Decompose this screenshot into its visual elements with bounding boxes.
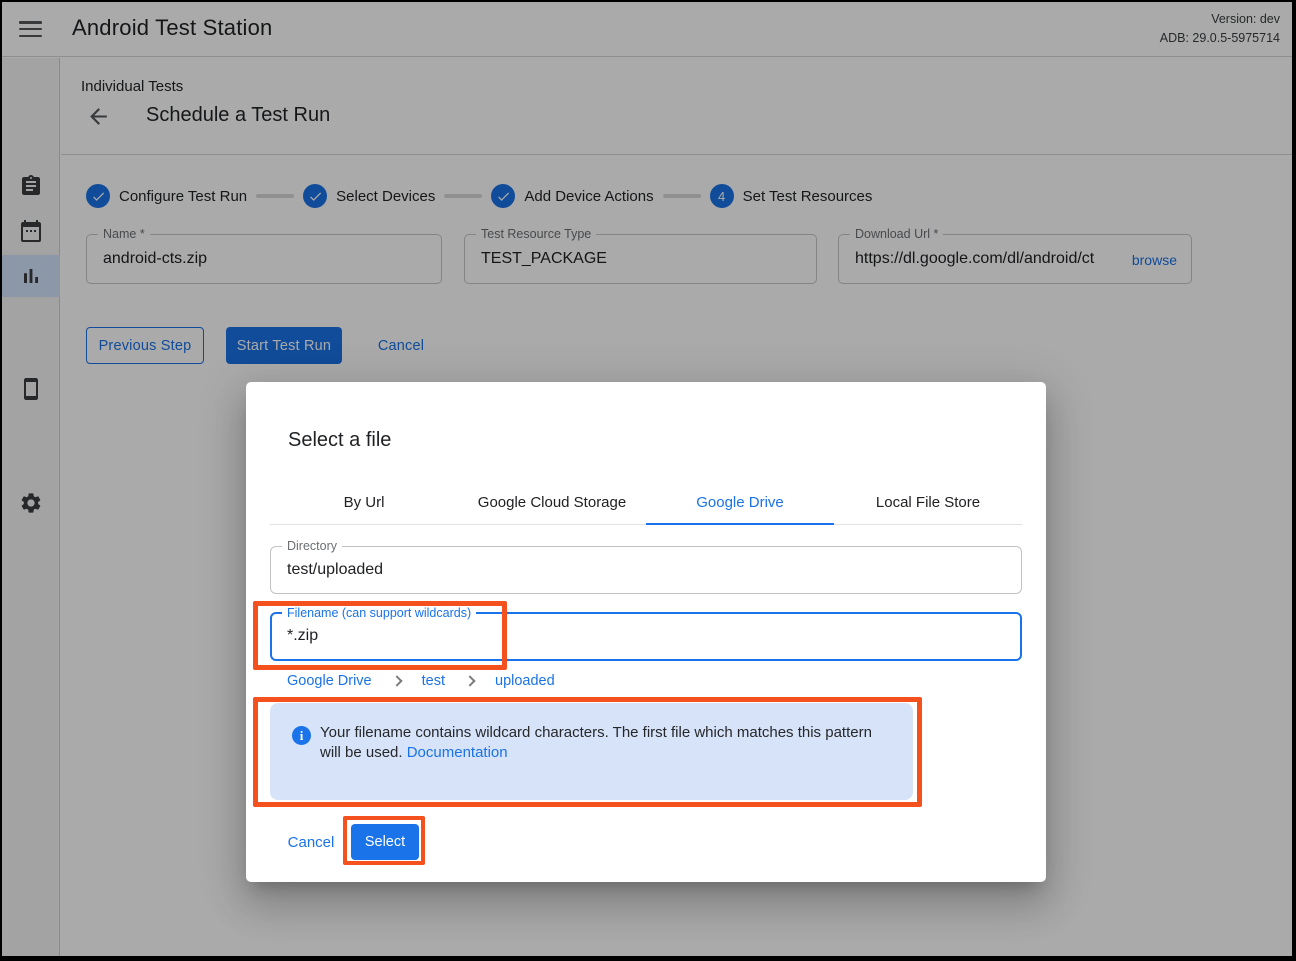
annotation-box-info-banner [253, 697, 922, 807]
annotation-box-filename-field [253, 601, 507, 670]
drive-breadcrumb: Google Drive test uploaded [287, 673, 555, 689]
breadcrumb-uploaded[interactable]: uploaded [495, 673, 555, 689]
tab-local-file-store[interactable]: Local File Store [834, 481, 1022, 524]
annotation-box-select-button [343, 816, 425, 865]
chevron-right-icon [464, 675, 475, 686]
field-value: test/uploaded [287, 561, 1011, 579]
chevron-right-icon [391, 675, 402, 686]
tab-google-cloud-storage[interactable]: Google Cloud Storage [458, 481, 646, 524]
dialog-cancel-button[interactable]: Cancel [286, 824, 336, 860]
dialog-title: Select a file [288, 429, 391, 452]
breadcrumb-test[interactable]: test [422, 673, 445, 689]
directory-field[interactable]: Directory test/uploaded [270, 546, 1022, 594]
app-screen: Android Test Station Version: dev ADB: 2… [2, 2, 1292, 956]
breadcrumb-google-drive[interactable]: Google Drive [287, 673, 372, 689]
tab-google-drive[interactable]: Google Drive [646, 481, 834, 524]
file-source-tabs: By Url Google Cloud Storage Google Drive… [270, 481, 1022, 525]
field-label: Directory [282, 539, 342, 553]
tab-by-url[interactable]: By Url [270, 481, 458, 524]
